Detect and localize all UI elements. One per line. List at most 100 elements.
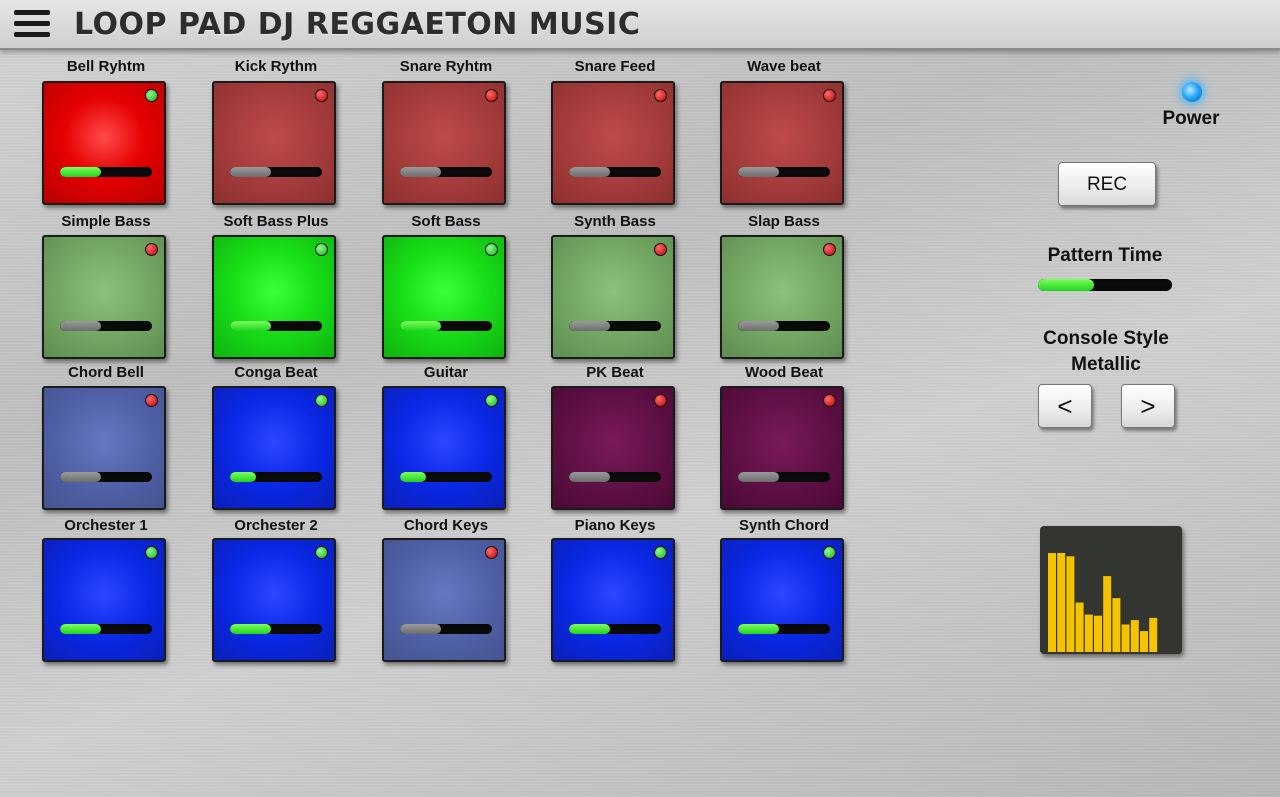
pad-volume-slider[interactable] — [230, 167, 322, 177]
pad-volume-slider[interactable] — [60, 472, 152, 482]
pad-volume-fill — [400, 624, 442, 634]
status-led-icon — [823, 243, 836, 256]
loop-pad[interactable] — [42, 538, 166, 662]
loop-pad[interactable] — [551, 235, 675, 359]
pad-volume-fill — [60, 321, 102, 331]
pad-label: Soft Bass Plus — [223, 213, 329, 230]
loop-pad[interactable] — [720, 81, 844, 205]
pad-volume-slider[interactable] — [738, 624, 830, 634]
loop-pad[interactable] — [720, 538, 844, 662]
status-led-icon — [823, 546, 836, 559]
loop-pad[interactable] — [42, 386, 166, 510]
status-led-icon — [145, 546, 158, 559]
pad-volume-fill — [569, 321, 611, 331]
pad-volume-fill — [60, 472, 102, 482]
loop-pad[interactable] — [720, 235, 844, 359]
visualizer-bar — [1066, 556, 1075, 652]
pad-volume-slider[interactable] — [738, 167, 830, 177]
pad-label: Bell Ryhtm — [66, 58, 146, 75]
pad-label: Wave beat — [747, 58, 821, 75]
status-led-icon — [315, 546, 328, 559]
next-style-button[interactable]: > — [1121, 384, 1175, 428]
pad-volume-slider[interactable] — [230, 624, 322, 634]
pad-volume-slider[interactable] — [230, 321, 322, 331]
loop-pad[interactable] — [42, 81, 166, 205]
loop-pad[interactable] — [551, 81, 675, 205]
status-led-icon — [823, 89, 836, 102]
pad-volume-slider[interactable] — [230, 472, 322, 482]
status-led-icon — [145, 394, 158, 407]
pad-label: Slap Bass — [748, 213, 820, 230]
pad-volume-slider[interactable] — [738, 321, 830, 331]
pad-volume-slider[interactable] — [400, 167, 492, 177]
pad-volume-fill — [60, 167, 102, 177]
console-style-value: Metallic — [1071, 354, 1141, 375]
pad-label: Piano Keys — [574, 517, 656, 534]
status-led-icon — [654, 394, 667, 407]
loop-pad[interactable] — [42, 235, 166, 359]
pad-volume-slider[interactable] — [60, 321, 152, 331]
status-led-icon — [145, 243, 158, 256]
loop-pad[interactable] — [212, 235, 336, 359]
pad-volume-slider[interactable] — [738, 472, 830, 482]
loop-pad[interactable] — [551, 538, 675, 662]
app-title: LOOP PAD DJ REGGAETON MUSIC — [74, 7, 641, 42]
pad-label: PK Beat — [586, 364, 644, 381]
visualizer-bar — [1112, 598, 1121, 652]
pad-label: Simple Bass — [61, 213, 151, 230]
loop-pad[interactable] — [382, 81, 506, 205]
loop-pad[interactable] — [212, 81, 336, 205]
pad-label: Kick Rythm — [234, 58, 318, 75]
pad-label: Synth Chord — [739, 517, 829, 534]
status-led-icon — [654, 546, 667, 559]
pad-volume-slider[interactable] — [60, 167, 152, 177]
loop-pad[interactable] — [382, 235, 506, 359]
pad-volume-slider[interactable] — [569, 167, 661, 177]
pad-volume-slider[interactable] — [569, 624, 661, 634]
top-bar: LOOP PAD DJ REGGAETON MUSIC — [0, 0, 1280, 50]
pad-volume-fill — [400, 321, 442, 331]
status-led-icon — [823, 394, 836, 407]
pad-volume-fill — [230, 472, 256, 482]
loop-pad[interactable] — [720, 386, 844, 510]
pad-volume-fill — [569, 624, 611, 634]
power-light-icon[interactable] — [1182, 82, 1202, 102]
pad-label: Orchester 1 — [64, 517, 148, 534]
pad-volume-fill — [738, 624, 780, 634]
pad-volume-fill — [400, 472, 426, 482]
visualizer-bars — [1048, 553, 1158, 652]
pad-volume-fill — [230, 321, 272, 331]
pattern-time-slider[interactable] — [1038, 279, 1172, 291]
pad-volume-slider[interactable] — [400, 321, 492, 331]
pad-volume-fill — [400, 167, 442, 177]
pad-label: Wood Beat — [744, 364, 824, 381]
console-style-title: Console Style — [1043, 328, 1169, 349]
pad-label: Snare Ryhtm — [399, 58, 493, 75]
loop-pad[interactable] — [551, 386, 675, 510]
status-led-icon — [315, 89, 328, 102]
loop-pad[interactable] — [382, 386, 506, 510]
visualizer-bar — [1130, 620, 1139, 652]
rec-button[interactable]: REC — [1058, 162, 1156, 206]
console-style-label: Console Style Metallic — [1020, 326, 1192, 378]
loop-pad[interactable] — [212, 386, 336, 510]
hamburger-menu-icon[interactable] — [14, 10, 50, 40]
pad-volume-fill — [738, 167, 780, 177]
pad-label: Guitar — [423, 364, 469, 381]
pad-volume-slider[interactable] — [400, 472, 492, 482]
pad-label: Snare Feed — [574, 58, 656, 75]
status-led-icon — [315, 243, 328, 256]
pad-label: Orchester 2 — [234, 517, 318, 534]
loop-pad[interactable] — [382, 538, 506, 662]
pad-volume-slider[interactable] — [400, 624, 492, 634]
prev-style-button[interactable]: < — [1038, 384, 1092, 428]
pad-label: Synth Bass — [574, 213, 656, 230]
pad-volume-slider[interactable] — [569, 321, 661, 331]
pad-label: Chord Bell — [68, 364, 144, 381]
pad-volume-slider[interactable] — [60, 624, 152, 634]
pad-volume-slider[interactable] — [569, 472, 661, 482]
pattern-time-fill — [1038, 279, 1095, 291]
loop-pad[interactable] — [212, 538, 336, 662]
visualizer-bar — [1149, 617, 1158, 652]
status-led-icon — [485, 243, 498, 256]
